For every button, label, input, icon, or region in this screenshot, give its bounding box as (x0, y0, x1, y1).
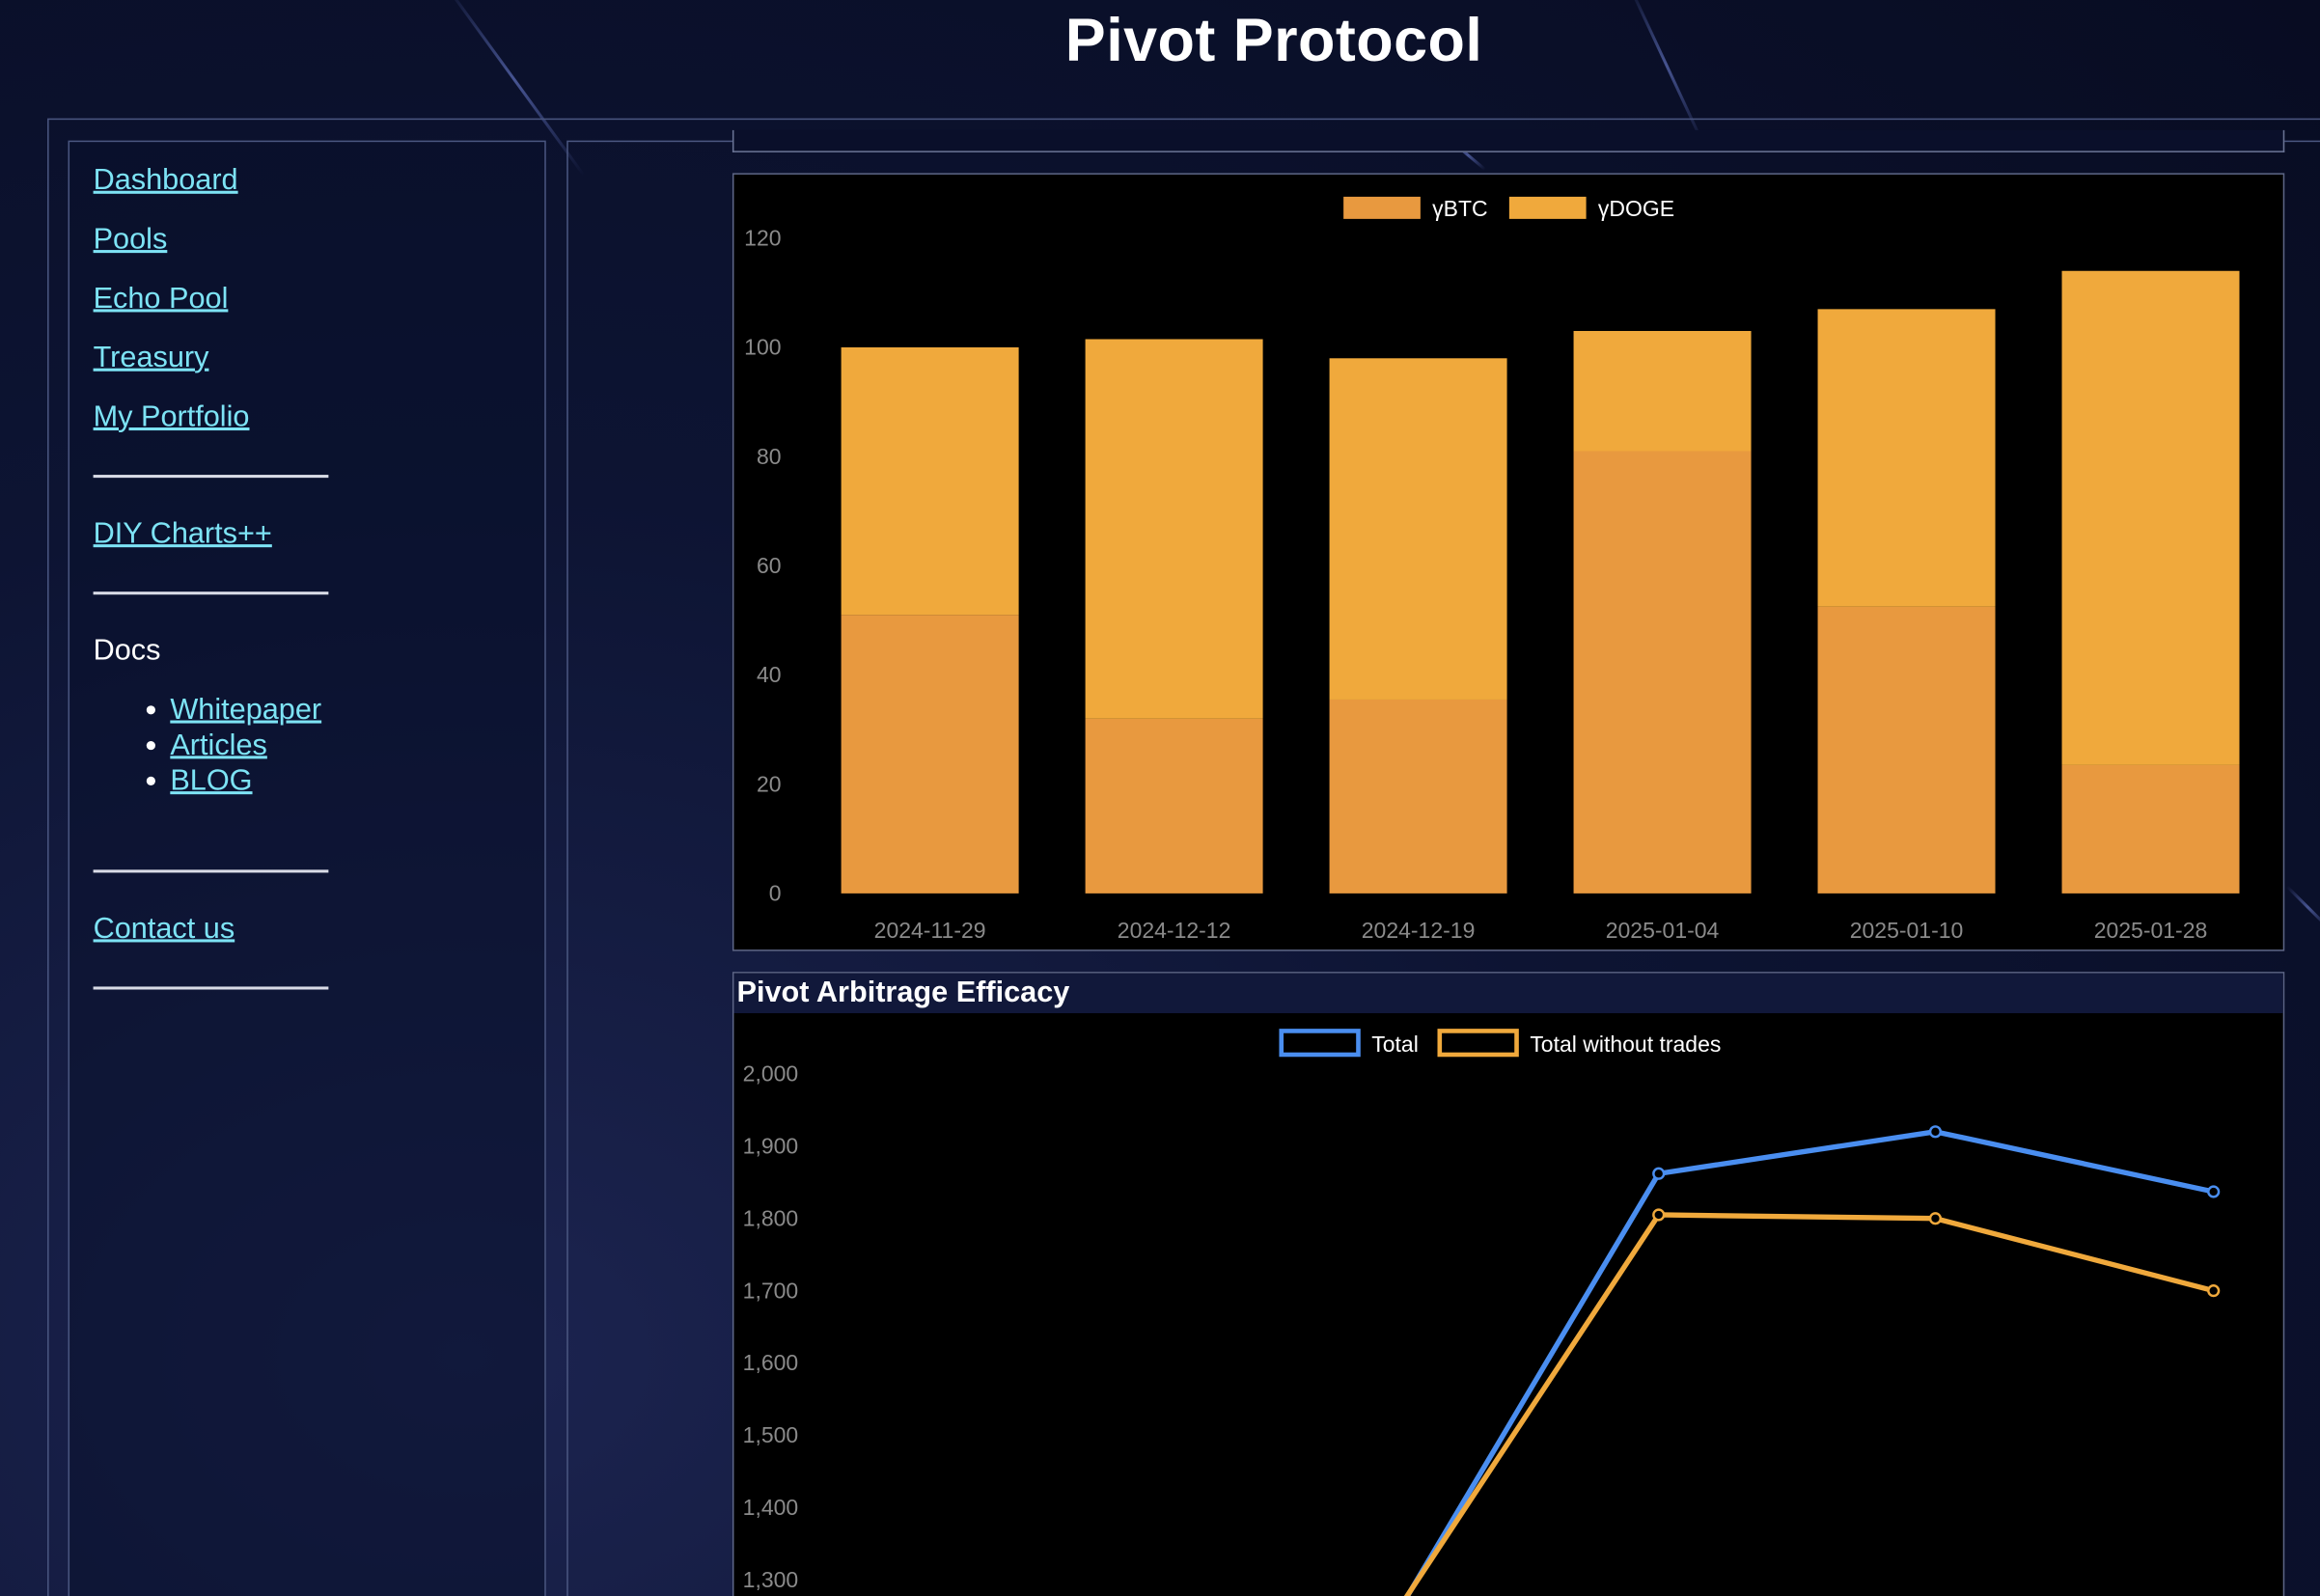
series-point (1928, 1125, 1943, 1139)
previous-card-edge (732, 129, 2285, 152)
docs-heading: Docs (93, 634, 161, 668)
x-tick-label: 2024-12-12 (1118, 918, 1231, 943)
x-tick-label: 2024-12-19 (1362, 918, 1476, 943)
legend-label: γDOGE (1598, 196, 1674, 221)
nav-link-treasury[interactable]: Treasury (94, 342, 209, 375)
sidebar-divider (93, 869, 329, 873)
docs-list-item: BLOG (146, 763, 321, 799)
nav-link-my-portfolio[interactable]: My Portfolio (94, 400, 250, 434)
x-tick-label: 2025-01-04 (1606, 918, 1720, 943)
page-title: Pivot Protocol (1064, 6, 1483, 74)
bar-segment (2061, 270, 2240, 765)
series-point (1652, 1167, 1666, 1180)
legend-swatch (1343, 196, 1421, 219)
y-tick-label: 1,900 (743, 1133, 799, 1158)
y-tick-label: 1,600 (743, 1350, 799, 1375)
sidebar-divider (93, 986, 329, 990)
y-tick-label: 100 (744, 335, 781, 360)
bar-segment (1817, 309, 1996, 607)
bar-segment (1573, 451, 1752, 894)
legend-label: Total (1371, 1032, 1419, 1057)
sidebar: Dashboard Pools Echo Pool Treasury My Po… (68, 140, 546, 1596)
series-point (1652, 1208, 1666, 1222)
nav-link-contact-us[interactable]: Contact us (94, 913, 235, 947)
y-tick-label: 2,000 (743, 1061, 799, 1087)
x-tick-label: 2024-11-29 (874, 918, 986, 943)
bar-segment (1573, 330, 1752, 452)
legend-swatch (1437, 1029, 1519, 1058)
legend-label: γBTC (1432, 196, 1487, 221)
y-tick-label: 1,400 (743, 1495, 799, 1520)
x-tick-label: 2025-01-10 (1850, 918, 1964, 943)
legend-swatch (1279, 1029, 1361, 1058)
docs-link-articles[interactable]: Articles (170, 729, 267, 762)
y-tick-label: 1,800 (743, 1205, 799, 1230)
bar-segment (1329, 358, 1507, 700)
bar-segment (841, 346, 1019, 616)
y-tick-label: 1,300 (743, 1567, 799, 1592)
series-point (1928, 1212, 1943, 1225)
series-line (1404, 1129, 2215, 1596)
bar-segment (1817, 606, 1996, 894)
bar-segment (1085, 718, 1263, 894)
bar-segment (2061, 764, 2240, 894)
nav-link-pools[interactable]: Pools (94, 223, 168, 257)
nav-link-echo-pool[interactable]: Echo Pool (94, 283, 229, 316)
bar-segment (1085, 339, 1263, 719)
y-tick-label: 1,500 (743, 1422, 799, 1447)
stacked-bar-chart: 0 20 40 60 80 100 120 2024-11-29 2024-12-12 2024-… (744, 196, 2240, 943)
docs-list-item: Articles (146, 728, 321, 763)
series-line (1403, 1212, 2215, 1596)
legend-swatch (1508, 196, 1587, 219)
nav-link-diy-charts[interactable]: DIY Charts++ (94, 518, 272, 552)
y-tick-label: 80 (757, 444, 782, 469)
docs-list: Whitepaper Articles BLOG (146, 692, 321, 799)
sidebar-divider (93, 592, 329, 595)
y-tick-label: 40 (757, 662, 782, 687)
y-tick-label: 20 (757, 771, 782, 796)
series-point (2207, 1284, 2221, 1298)
legend-label: Total without trades (1530, 1032, 1721, 1057)
stacked-bar-chart-card: 0 20 40 60 80 100 120 2024-11-29 2024-12-12 2024-… (732, 173, 2285, 951)
bar-segment (841, 615, 1019, 894)
y-tick-label: 1,700 (743, 1278, 799, 1303)
x-tick-label: 2025-01-28 (2094, 918, 2208, 943)
sidebar-divider (93, 475, 329, 479)
docs-list-item: Whitepaper (146, 692, 321, 728)
card-title: Pivot Arbitrage Efficacy (736, 976, 1070, 1009)
y-tick-label: 60 (757, 553, 782, 578)
docs-link-blog[interactable]: BLOG (170, 765, 252, 798)
series-point (2207, 1185, 2221, 1198)
bar-segment (1329, 699, 1507, 894)
app-root: Pivot Protocol Dashboard Pools Echo Pool… (0, 0, 2320, 1596)
y-tick-label: 120 (744, 225, 781, 250)
card-header: Pivot Arbitrage Efficacy (733, 973, 2283, 1014)
line-chart: 1,300 1,400 1,500 1,600 1,700 1,800 1,900 2,000… (743, 1029, 2221, 1596)
y-tick-label: 0 (769, 881, 782, 906)
docs-link-whitepaper[interactable]: Whitepaper (170, 694, 321, 727)
arbitrage-efficacy-card: Pivot Arbitrage Efficacy 1,300 1,400 1,500… (732, 972, 2285, 1596)
nav-link-dashboard[interactable]: Dashboard (94, 164, 238, 198)
